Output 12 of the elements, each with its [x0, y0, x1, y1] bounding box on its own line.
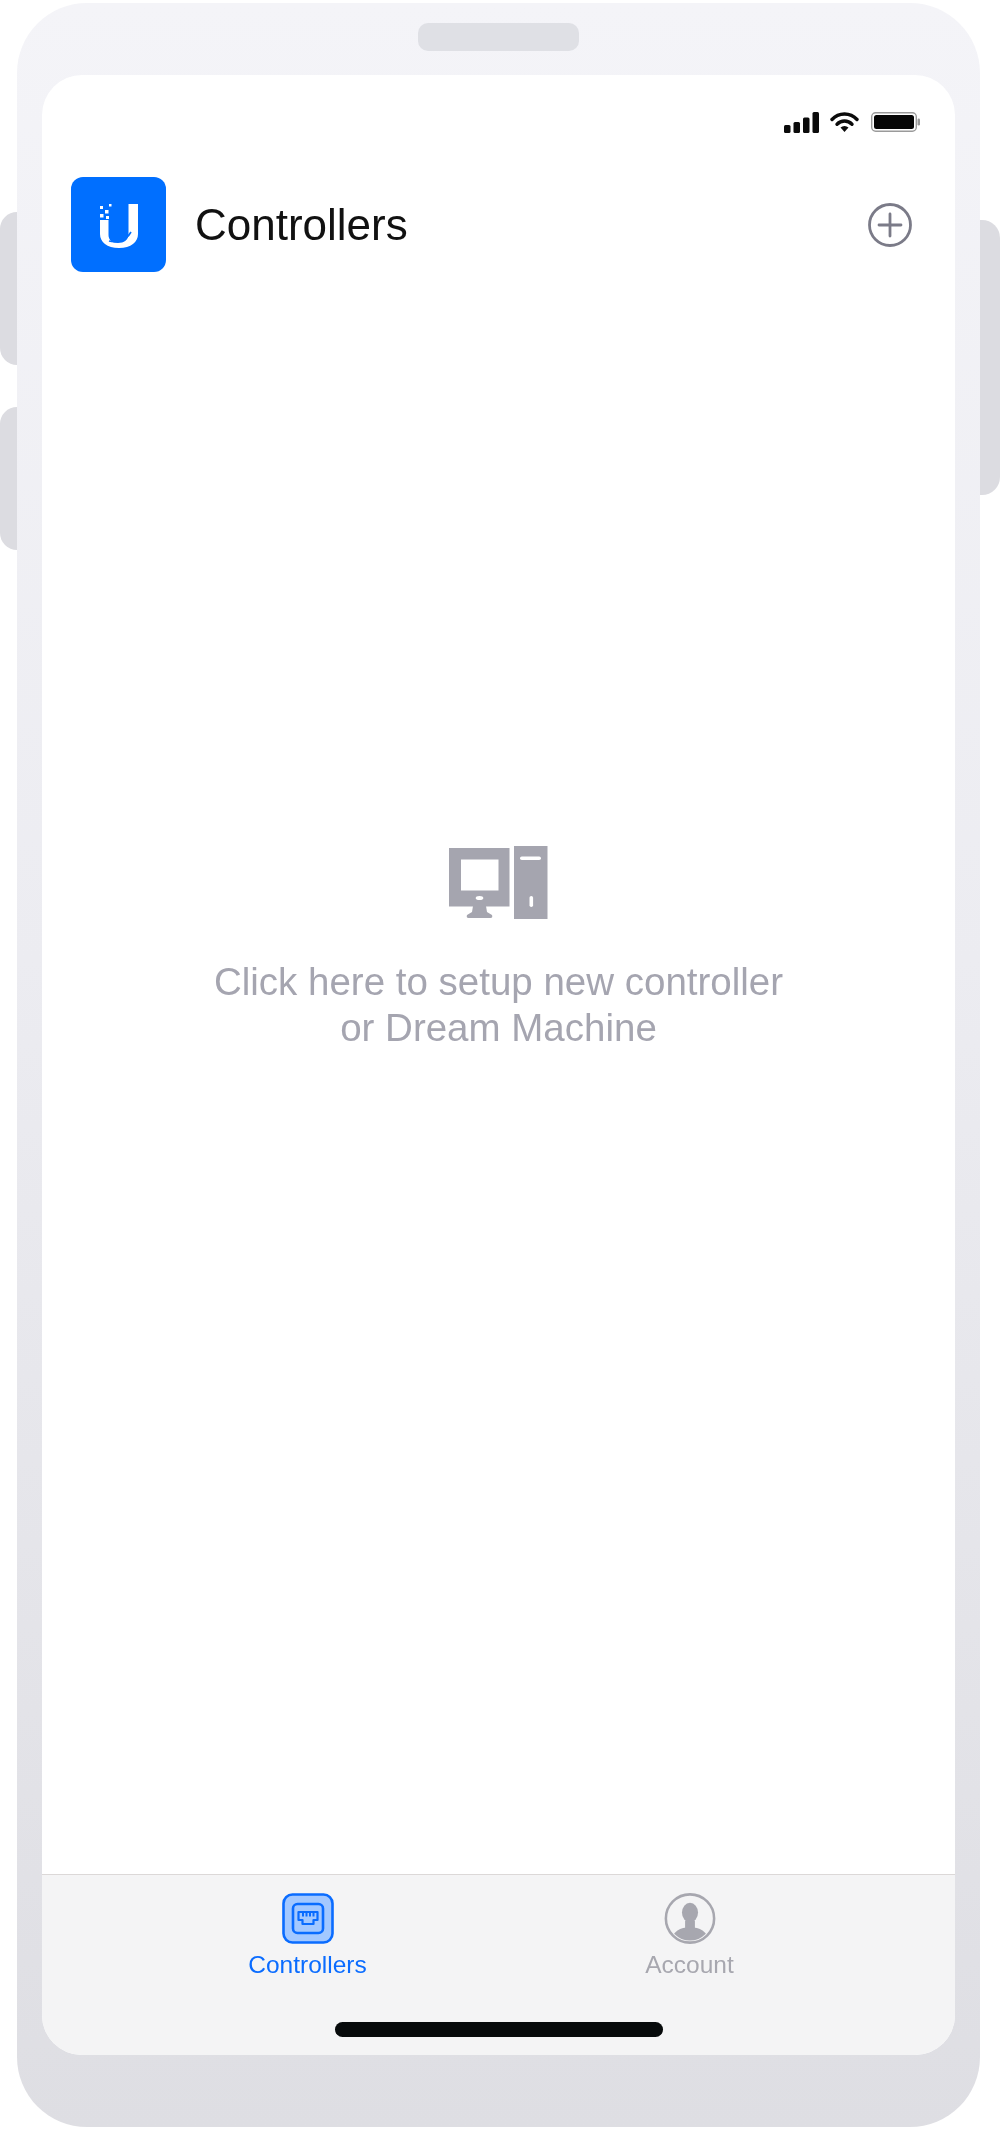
tab[interactable]: Controllers [116, 1893, 499, 1979]
battery-icon [871, 112, 920, 132]
logo-icon [71, 177, 166, 272]
empty-state-message[interactable]: Click here to setup new controller or Dream Machine [193, 959, 804, 1051]
signal-icon [784, 112, 819, 133]
ethernet-port-icon [281, 1893, 334, 1944]
person-icon [663, 1893, 716, 1944]
page-title: Controllers [195, 199, 408, 250]
wifi-icon [830, 112, 859, 132]
tab[interactable]: Account [498, 1893, 881, 1979]
desktop-computer-icon [449, 846, 548, 919]
add-icon[interactable] [868, 202, 912, 247]
